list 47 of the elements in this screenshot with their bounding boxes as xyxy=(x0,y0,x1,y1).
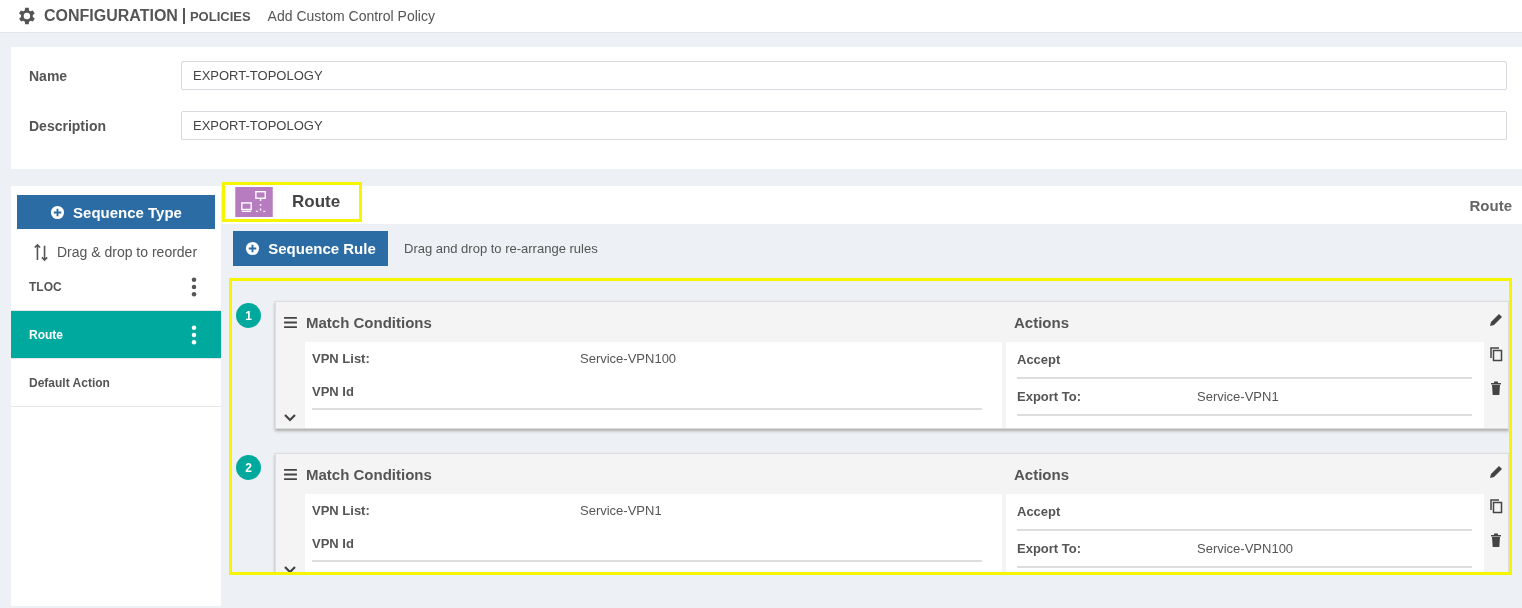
rule-number-badge: 1 xyxy=(236,303,261,328)
chevron-down-icon[interactable] xyxy=(284,566,296,572)
drag-handle-icon[interactable] xyxy=(284,468,297,480)
page-title: CONFIGURATION xyxy=(44,7,178,25)
action-label: Accept xyxy=(1017,352,1062,367)
page-subtitle: Add Custom Control Policy xyxy=(267,8,435,24)
edit-icon[interactable] xyxy=(1488,312,1504,328)
action-label: Export To: xyxy=(1017,389,1083,404)
rule-number-badge: 2 xyxy=(236,455,261,480)
drag-handle-icon[interactable] xyxy=(284,316,297,328)
sort-arrows-icon xyxy=(33,242,49,262)
plus-circle-icon xyxy=(245,241,261,256)
sidebar-item[interactable]: Default Action xyxy=(11,359,221,407)
sequence-rule-button[interactable]: Sequence Rule xyxy=(233,231,388,266)
reorder-hint: Drag & drop to reorder xyxy=(57,244,198,260)
condition-label: VPN List: xyxy=(312,503,371,518)
input-field[interactable]: EXPORT-TOPOLOGY xyxy=(181,111,1507,140)
condition-label: VPN List: xyxy=(312,351,371,366)
action-label: Export To: xyxy=(1017,541,1083,556)
action-value: Service-VPN1 xyxy=(1197,389,1279,404)
more-options-icon[interactable] xyxy=(191,276,197,297)
delete-icon[interactable] xyxy=(1488,532,1504,548)
condition-value: Service-VPN100 xyxy=(580,351,677,366)
copy-icon[interactable] xyxy=(1488,498,1504,514)
actions-title: Actions xyxy=(1014,465,1069,483)
network-devices-icon xyxy=(234,187,274,217)
section-title: POLICIES xyxy=(189,8,251,24)
input-field[interactable]: EXPORT-TOPOLOGY xyxy=(181,61,1507,90)
condition-value: Service-VPN1 xyxy=(580,503,662,518)
field-label: Name xyxy=(29,67,69,84)
field-label: Description xyxy=(29,117,107,134)
match-conditions-title: Match Conditions xyxy=(306,313,432,331)
condition-label: VPN Id xyxy=(312,384,355,399)
action-value: Service-VPN100 xyxy=(1197,541,1294,556)
delete-icon[interactable] xyxy=(1488,380,1504,396)
sequence-type-button[interactable]: Sequence Type xyxy=(17,195,215,229)
chevron-down-icon[interactable] xyxy=(284,414,296,422)
match-conditions-title: Match Conditions xyxy=(306,465,432,483)
rearrange-hint: Drag and drop to re-arrange rules xyxy=(404,241,598,256)
route-sequence-tab[interactable]: Route xyxy=(222,182,362,222)
sequence-type-label: Route xyxy=(1469,196,1512,214)
action-label: Accept xyxy=(1017,504,1062,519)
edit-icon[interactable] xyxy=(1488,464,1504,480)
condition-label: VPN Id xyxy=(312,536,355,551)
copy-icon[interactable] xyxy=(1488,346,1504,362)
actions-title: Actions xyxy=(1014,313,1069,331)
plus-circle-icon xyxy=(50,204,66,220)
